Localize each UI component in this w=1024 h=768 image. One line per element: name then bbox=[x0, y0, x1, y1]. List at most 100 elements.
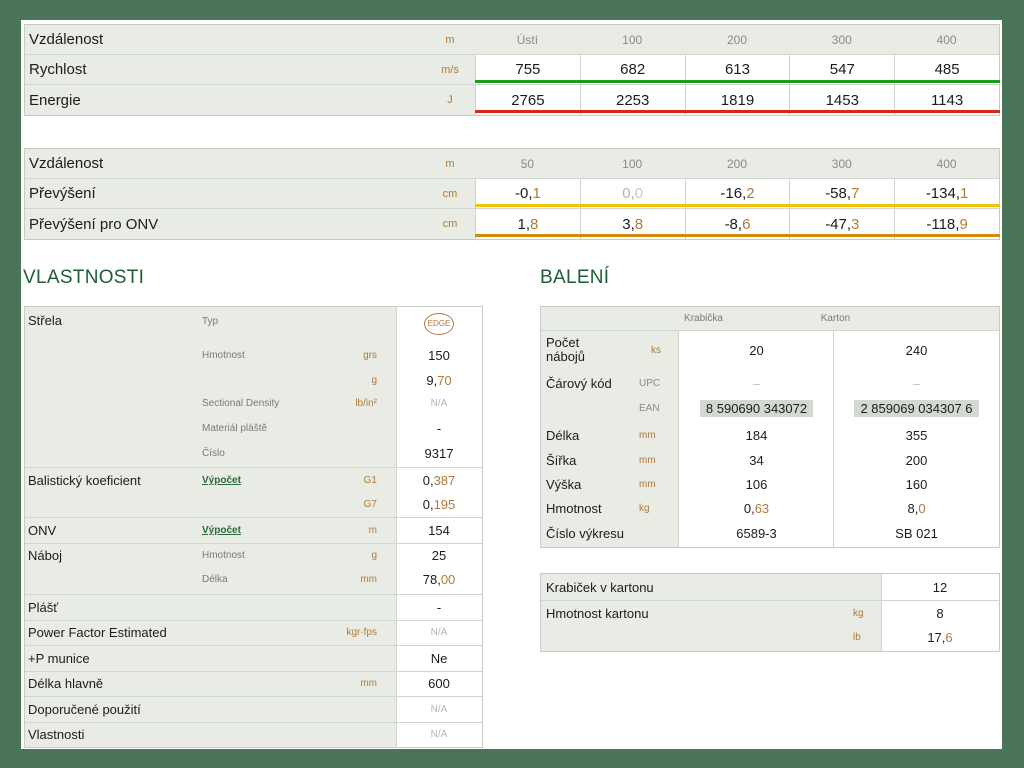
value: 12 bbox=[932, 580, 948, 595]
carton-weight-kg-row: Hmotnost kartonu kg 8 bbox=[541, 601, 999, 626]
value-box: 184 bbox=[745, 428, 768, 443]
cell: 100 bbox=[622, 32, 643, 47]
cartridge-weight-row: Náboj Hmotnost g 25 bbox=[25, 543, 482, 568]
cartridge-length-row: Délka mm 78,00 bbox=[25, 567, 482, 592]
value: 0,195 bbox=[422, 497, 456, 512]
value: Ne bbox=[430, 651, 448, 666]
value-carton: 8,0 bbox=[907, 501, 926, 516]
sd-label: Sectional Density bbox=[202, 398, 280, 409]
properties-table: Střela Typ EDGE Hmotnost grs 150 g 9,70 … bbox=[24, 306, 483, 748]
boxes-row: Krabiček v kartonu 12 bbox=[541, 575, 999, 600]
unit: g bbox=[371, 550, 377, 561]
pf-label: Power Factor Estimated bbox=[28, 625, 167, 640]
value-box: 6589-3 bbox=[736, 526, 777, 541]
value-carton: 200 bbox=[905, 453, 928, 468]
value: 0,387 bbox=[422, 473, 456, 488]
unit: G7 bbox=[363, 499, 377, 510]
jacket-row: Materiál pláště - bbox=[25, 416, 482, 441]
value: 25 bbox=[431, 548, 447, 563]
distance-row: Vzdálenost m 50 100 200 300 400 bbox=[25, 149, 999, 179]
value: 8 bbox=[936, 606, 944, 621]
case-row: Plášť - bbox=[25, 595, 482, 620]
value: N/A bbox=[430, 704, 448, 715]
cell: 300 bbox=[831, 32, 852, 47]
boxes-label: Krabiček v kartonu bbox=[546, 580, 654, 595]
value-box: 20 bbox=[749, 342, 764, 358]
number-row: Číslo 9317 bbox=[25, 441, 482, 466]
value-box: 34 bbox=[749, 453, 764, 468]
power-factor-row: Power Factor Estimated kgr·fps N/A bbox=[25, 620, 482, 645]
bc-g7-row: G7 0,195 bbox=[25, 492, 482, 517]
bc-g1-row: Balistický koeficient Výpočet G1 0,387 bbox=[25, 468, 482, 493]
energy-bar bbox=[475, 110, 1000, 113]
value-carton: SB 021 bbox=[895, 526, 938, 541]
weight-row: Hmotnost kg 0,63 8,0 bbox=[541, 496, 999, 521]
row-unit: m bbox=[445, 33, 455, 46]
value: 78,00 bbox=[422, 572, 456, 587]
weight-label: Hmotnost bbox=[202, 550, 245, 561]
row-unit: cm bbox=[442, 218, 458, 230]
cartridge-label: Náboj bbox=[28, 548, 62, 563]
unit: kg bbox=[639, 503, 650, 514]
unit: mm bbox=[639, 479, 656, 490]
unit: kgr·fps bbox=[346, 627, 377, 638]
properties-title: VLASTNOSTI bbox=[23, 267, 145, 288]
packaging-title: BALENÍ bbox=[540, 267, 610, 288]
bullet-type-row: Střela Typ EDGE bbox=[25, 309, 482, 335]
weight-label: Hmotnost bbox=[546, 500, 602, 516]
row-label: Vzdálenost bbox=[29, 155, 104, 172]
height-row: Výška mm 106 160 bbox=[541, 472, 999, 497]
barrel-label: Délka hlavně bbox=[28, 676, 104, 691]
value: 9317 bbox=[424, 446, 454, 461]
unit: G1 bbox=[363, 475, 377, 486]
cell: 200 bbox=[726, 156, 747, 171]
drop-bar bbox=[475, 204, 1000, 207]
value-carton: 240 bbox=[905, 342, 928, 358]
cell: 100 bbox=[622, 156, 643, 171]
packaging-header: Krabička Karton bbox=[541, 307, 999, 329]
length-label: Délka bbox=[546, 427, 580, 443]
drawing-label: Číslo výkresu bbox=[546, 525, 625, 541]
weight-label: Hmotnost bbox=[202, 350, 245, 361]
unit: mm bbox=[639, 430, 656, 441]
bullet-weight-g-row: g 9,70 bbox=[25, 368, 482, 393]
unit: lb bbox=[853, 632, 861, 643]
cell: 400 bbox=[936, 32, 957, 47]
value: - bbox=[436, 600, 442, 615]
velocity-bar bbox=[475, 80, 1000, 83]
ean-carton: 2 859069 034307 6 bbox=[854, 400, 979, 417]
count-label: Počet nábojů bbox=[546, 335, 586, 364]
value-carton: 160 bbox=[905, 477, 928, 492]
value: 154 bbox=[428, 523, 450, 538]
edge-badge-icon: EDGE bbox=[424, 313, 454, 335]
value: N/A bbox=[430, 398, 448, 409]
upc-label: UPC bbox=[639, 378, 661, 389]
onv-label: ONV bbox=[28, 523, 57, 538]
row-label: Vzdálenost bbox=[29, 31, 104, 48]
type-label: Typ bbox=[202, 316, 219, 327]
upc-row: Čárový kód UPC – – bbox=[541, 371, 999, 396]
ammo-spec-panel: Vzdálenost m Ústí 100 200 300 400 Rychlo… bbox=[21, 20, 1002, 749]
row-unit: J bbox=[447, 94, 453, 106]
value-carton: 355 bbox=[905, 428, 928, 443]
distance-row: Vzdálenost m Ústí 100 200 300 400 bbox=[25, 25, 999, 55]
ballistics-table: Vzdálenost m Ústí 100 200 300 400 Rychlo… bbox=[24, 24, 1000, 116]
unit: ks bbox=[651, 344, 661, 356]
carton-weight-lb-row: lb 17,6 bbox=[541, 625, 999, 650]
unit: mm bbox=[639, 455, 656, 466]
row-label: Převýšení bbox=[29, 185, 96, 202]
width-label: Šířka bbox=[546, 452, 577, 468]
barcode-label: Čárový kód bbox=[546, 375, 612, 391]
unit: lb/in² bbox=[355, 398, 377, 409]
packaging-table: Krabička Karton Počet nábojů ks 20 240 Č… bbox=[540, 306, 1000, 548]
value: N/A bbox=[430, 627, 448, 638]
ean-label: EAN bbox=[639, 403, 660, 414]
row-label: Převýšení pro ONV bbox=[29, 215, 159, 233]
carton-weight-label: Hmotnost kartonu bbox=[546, 606, 649, 621]
onv-calc-link[interactable]: Výpočet bbox=[202, 525, 241, 536]
row-label: Rychlost bbox=[29, 61, 87, 78]
barrel-length-row: Délka hlavně mm 600 bbox=[25, 671, 482, 696]
ean-row: EAN 8 590690 343072 2 859069 034307 6 bbox=[541, 396, 999, 421]
bc-calc-link[interactable]: Výpočet bbox=[202, 475, 241, 486]
drawing-row: Číslo výkresu 6589-3 SB 021 bbox=[541, 521, 999, 546]
